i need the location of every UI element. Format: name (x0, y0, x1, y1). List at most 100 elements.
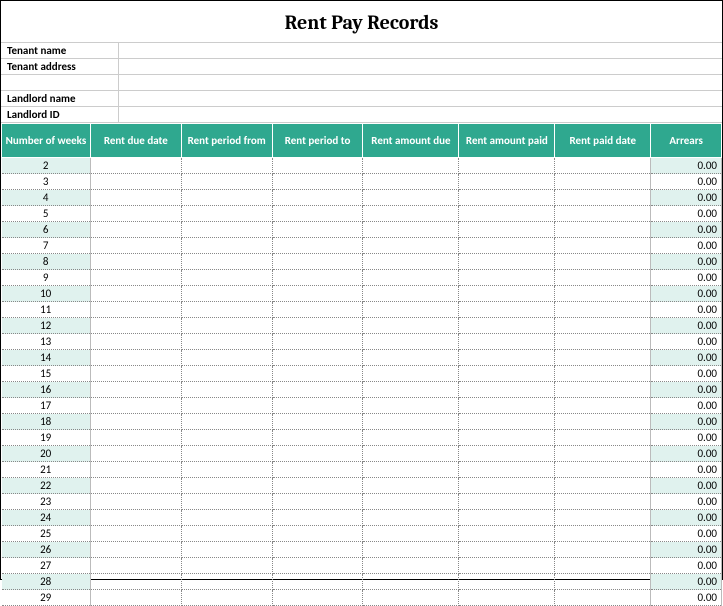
arrears-cell[interactable]: 0.00 (651, 286, 722, 302)
arrears-cell[interactable]: 0.00 (651, 222, 722, 238)
landlord-name-value[interactable] (119, 91, 722, 106)
period-from-cell[interactable] (181, 574, 272, 590)
week-cell[interactable]: 6 (2, 222, 91, 238)
week-cell[interactable]: 23 (2, 494, 91, 510)
arrears-cell[interactable]: 0.00 (651, 526, 722, 542)
paid-date-cell[interactable] (555, 462, 651, 478)
amount-due-cell[interactable] (363, 526, 459, 542)
period-to-cell[interactable] (272, 446, 363, 462)
due-date-cell[interactable] (90, 206, 181, 222)
amount-due-cell[interactable] (363, 494, 459, 510)
week-cell[interactable]: 12 (2, 318, 91, 334)
arrears-cell[interactable]: 0.00 (651, 542, 722, 558)
amount-due-cell[interactable] (363, 318, 459, 334)
period-to-cell[interactable] (272, 526, 363, 542)
period-from-cell[interactable] (181, 190, 272, 206)
amount-due-cell[interactable] (363, 542, 459, 558)
week-cell[interactable]: 4 (2, 190, 91, 206)
due-date-cell[interactable] (90, 542, 181, 558)
week-cell[interactable]: 22 (2, 478, 91, 494)
arrears-cell[interactable]: 0.00 (651, 430, 722, 446)
amount-paid-cell[interactable] (459, 446, 555, 462)
paid-date-cell[interactable] (555, 510, 651, 526)
paid-date-cell[interactable] (555, 302, 651, 318)
due-date-cell[interactable] (90, 366, 181, 382)
period-from-cell[interactable] (181, 174, 272, 190)
arrears-cell[interactable]: 0.00 (651, 494, 722, 510)
period-from-cell[interactable] (181, 510, 272, 526)
due-date-cell[interactable] (90, 254, 181, 270)
paid-date-cell[interactable] (555, 542, 651, 558)
due-date-cell[interactable] (90, 222, 181, 238)
amount-due-cell[interactable] (363, 238, 459, 254)
period-from-cell[interactable] (181, 238, 272, 254)
amount-due-cell[interactable] (363, 430, 459, 446)
period-from-cell[interactable] (181, 414, 272, 430)
paid-date-cell[interactable] (555, 414, 651, 430)
paid-date-cell[interactable] (555, 430, 651, 446)
period-to-cell[interactable] (272, 574, 363, 590)
paid-date-cell[interactable] (555, 350, 651, 366)
period-to-cell[interactable] (272, 542, 363, 558)
amount-due-cell[interactable] (363, 574, 459, 590)
week-cell[interactable]: 16 (2, 382, 91, 398)
paid-date-cell[interactable] (555, 158, 651, 174)
amount-paid-cell[interactable] (459, 430, 555, 446)
due-date-cell[interactable] (90, 558, 181, 574)
week-cell[interactable]: 15 (2, 366, 91, 382)
period-to-cell[interactable] (272, 462, 363, 478)
arrears-cell[interactable]: 0.00 (651, 302, 722, 318)
period-to-cell[interactable] (272, 254, 363, 270)
arrears-cell[interactable]: 0.00 (651, 462, 722, 478)
due-date-cell[interactable] (90, 302, 181, 318)
amount-paid-cell[interactable] (459, 590, 555, 606)
period-to-cell[interactable] (272, 398, 363, 414)
amount-paid-cell[interactable] (459, 222, 555, 238)
arrears-cell[interactable]: 0.00 (651, 174, 722, 190)
amount-paid-cell[interactable] (459, 350, 555, 366)
due-date-cell[interactable] (90, 286, 181, 302)
amount-due-cell[interactable] (363, 174, 459, 190)
amount-due-cell[interactable] (363, 446, 459, 462)
amount-due-cell[interactable] (363, 478, 459, 494)
period-from-cell[interactable] (181, 558, 272, 574)
week-cell[interactable]: 17 (2, 398, 91, 414)
due-date-cell[interactable] (90, 382, 181, 398)
arrears-cell[interactable]: 0.00 (651, 238, 722, 254)
amount-paid-cell[interactable] (459, 302, 555, 318)
due-date-cell[interactable] (90, 430, 181, 446)
paid-date-cell[interactable] (555, 494, 651, 510)
week-cell[interactable]: 24 (2, 510, 91, 526)
week-cell[interactable]: 29 (2, 590, 91, 606)
paid-date-cell[interactable] (555, 254, 651, 270)
amount-paid-cell[interactable] (459, 158, 555, 174)
amount-due-cell[interactable] (363, 462, 459, 478)
amount-due-cell[interactable] (363, 510, 459, 526)
period-from-cell[interactable] (181, 462, 272, 478)
amount-paid-cell[interactable] (459, 318, 555, 334)
due-date-cell[interactable] (90, 174, 181, 190)
amount-due-cell[interactable] (363, 222, 459, 238)
amount-paid-cell[interactable] (459, 366, 555, 382)
week-cell[interactable]: 26 (2, 542, 91, 558)
arrears-cell[interactable]: 0.00 (651, 334, 722, 350)
week-cell[interactable]: 19 (2, 430, 91, 446)
period-from-cell[interactable] (181, 270, 272, 286)
amount-due-cell[interactable] (363, 590, 459, 606)
paid-date-cell[interactable] (555, 222, 651, 238)
amount-paid-cell[interactable] (459, 254, 555, 270)
due-date-cell[interactable] (90, 190, 181, 206)
period-from-cell[interactable] (181, 542, 272, 558)
period-to-cell[interactable] (272, 350, 363, 366)
arrears-cell[interactable]: 0.00 (651, 350, 722, 366)
amount-paid-cell[interactable] (459, 462, 555, 478)
period-from-cell[interactable] (181, 286, 272, 302)
amount-paid-cell[interactable] (459, 478, 555, 494)
period-from-cell[interactable] (181, 446, 272, 462)
period-to-cell[interactable] (272, 558, 363, 574)
period-to-cell[interactable] (272, 414, 363, 430)
period-from-cell[interactable] (181, 382, 272, 398)
week-cell[interactable]: 3 (2, 174, 91, 190)
week-cell[interactable]: 27 (2, 558, 91, 574)
due-date-cell[interactable] (90, 494, 181, 510)
